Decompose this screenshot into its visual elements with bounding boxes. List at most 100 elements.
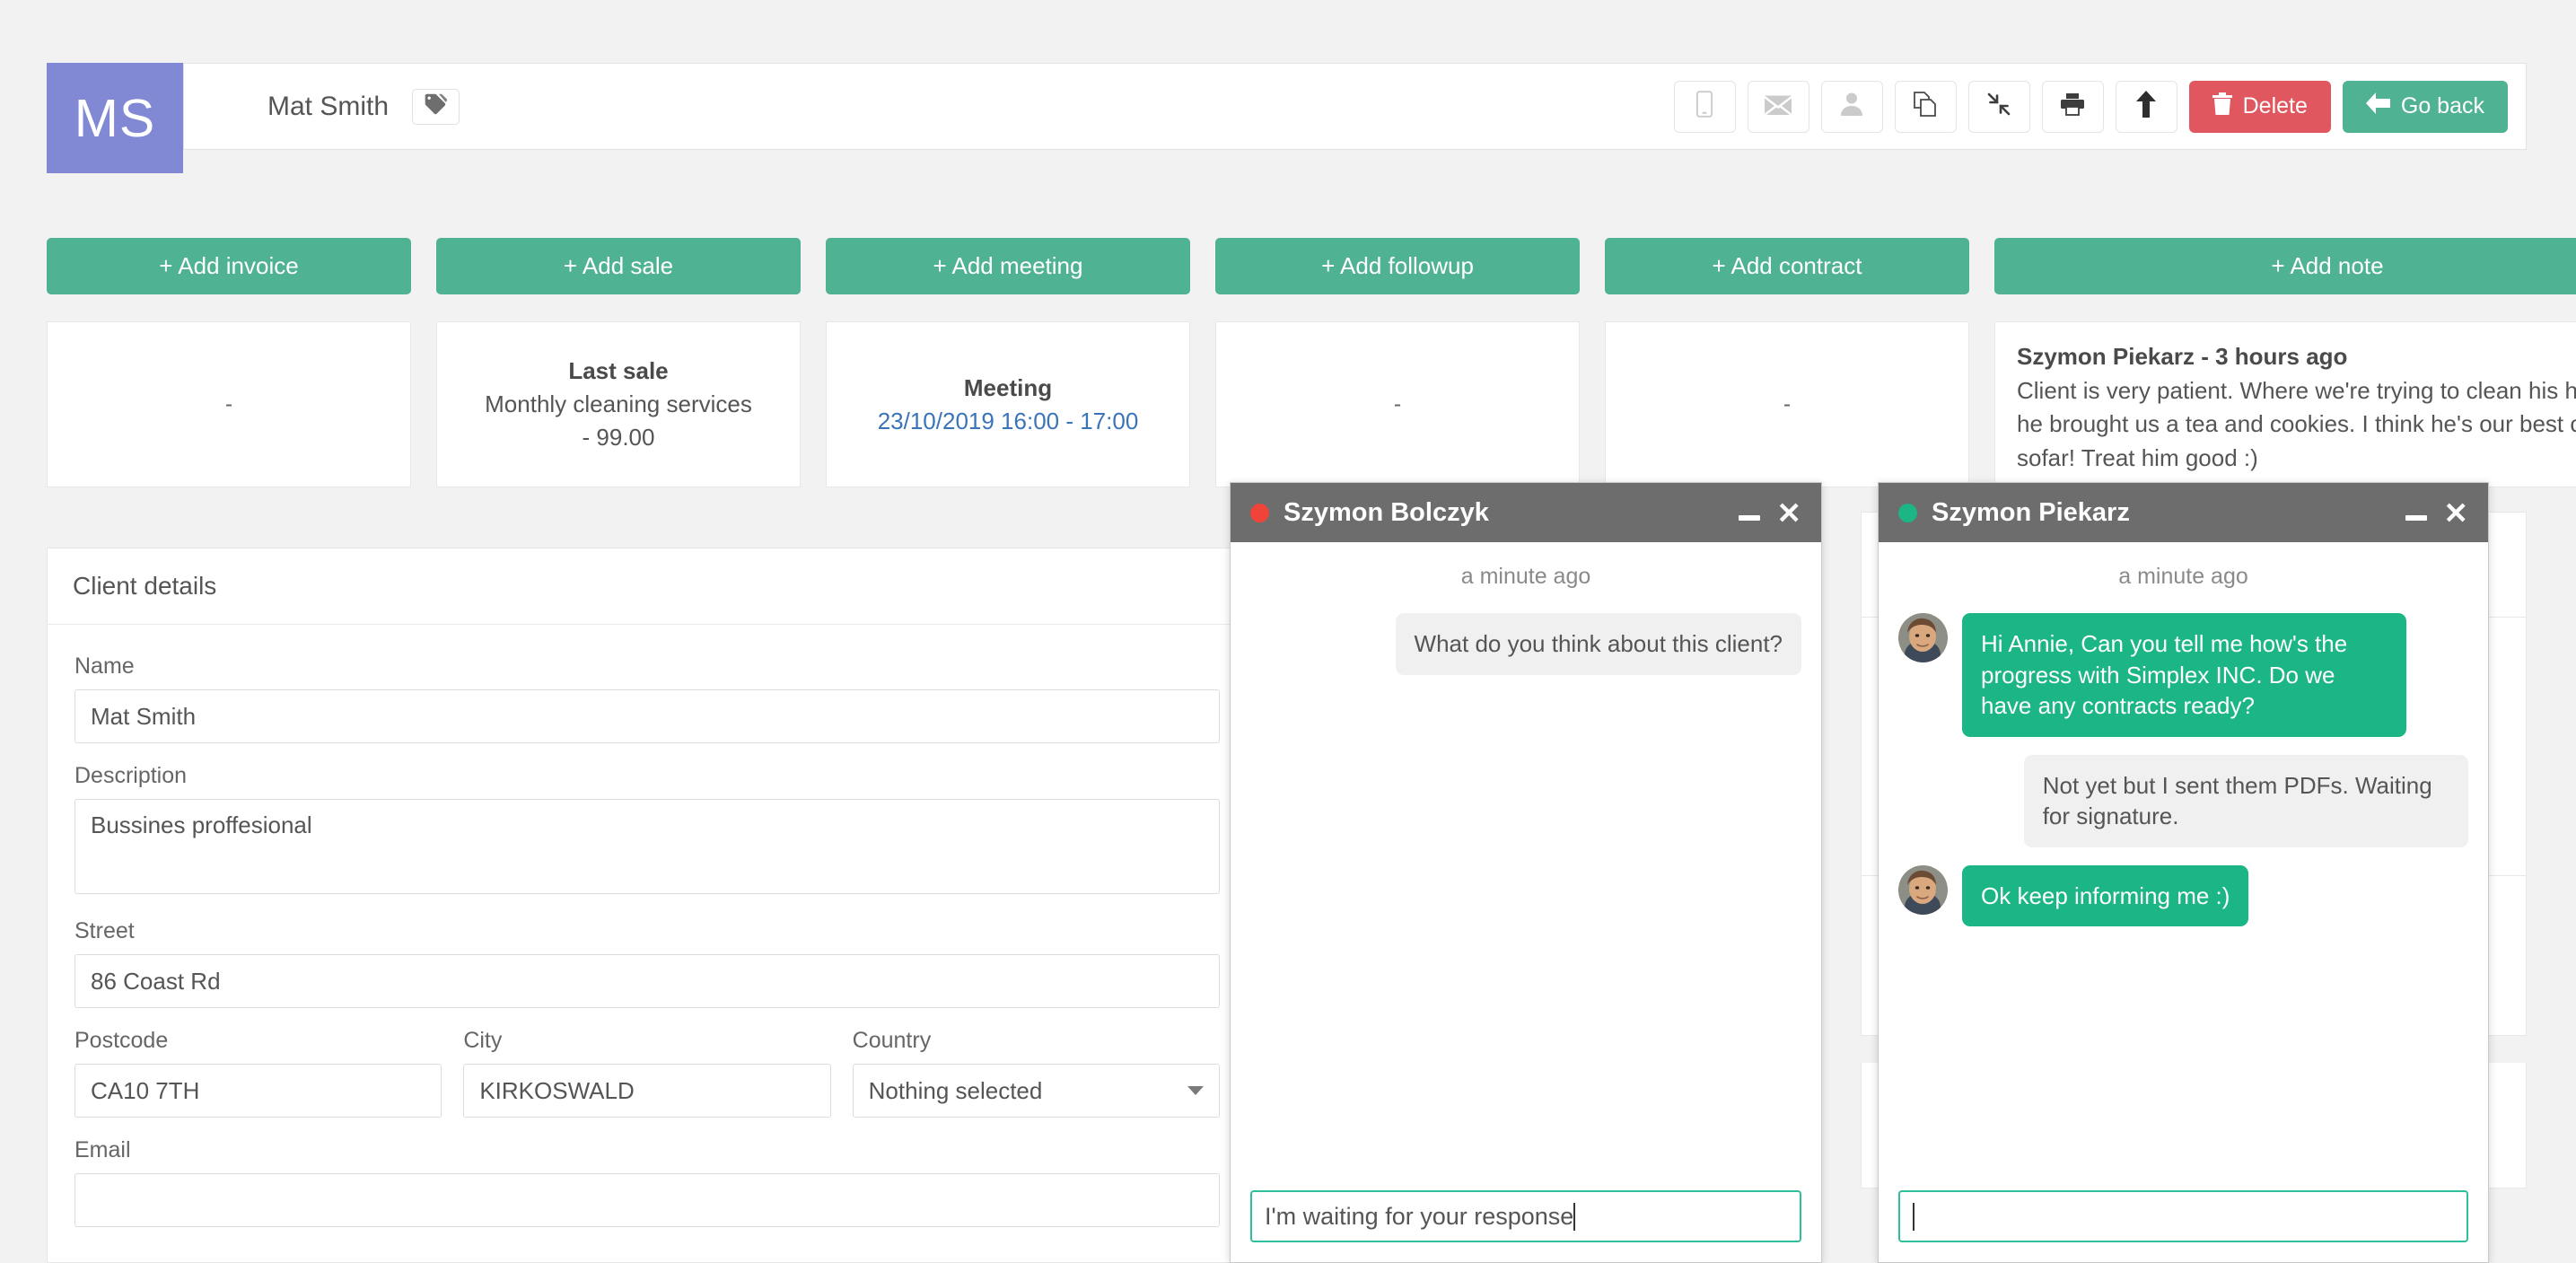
envelope-icon xyxy=(1765,93,1792,119)
arrow-left-icon xyxy=(2365,92,2390,120)
summary-card-empty: - xyxy=(1605,321,1969,487)
chat-composer xyxy=(1879,1190,2488,1262)
summary-line-2: - 99.00 xyxy=(582,423,655,451)
arrow-up-icon xyxy=(2135,91,2157,122)
action-button-addfollowup[interactable]: + Add followup xyxy=(1215,238,1580,294)
description-label: Description xyxy=(74,763,188,788)
phone-icon xyxy=(1694,91,1715,122)
tag-icon xyxy=(424,92,448,121)
duplicate-button[interactable] xyxy=(1894,80,1957,133)
action-button-addmeeting[interactable]: + Add meeting xyxy=(826,238,1190,294)
delete-button-label: Delete xyxy=(2242,93,2308,118)
action-button-label: + Add contract xyxy=(1712,252,1862,279)
assign-user-button[interactable] xyxy=(1820,80,1883,133)
client-details-panel: Client details Name Description Bussines… xyxy=(47,548,1248,1263)
action-button-label: + Add meeting xyxy=(933,252,1083,279)
tag-button[interactable] xyxy=(412,88,460,125)
chat-message: Ok keep informing me :) xyxy=(1898,864,2468,927)
summary-card-last-sale: Last sale Monthly cleaning services - 99.0… xyxy=(436,321,801,487)
action-button-addsale[interactable]: + Add sale xyxy=(436,238,801,294)
print-button[interactable] xyxy=(2041,80,2104,133)
summary-card-meeting: Meeting 23/10/2019 16:00 - 17:00 xyxy=(826,321,1190,487)
field-city: City xyxy=(463,1028,831,1118)
meeting-datetime-link[interactable]: 23/10/2019 16:00 - 17:00 xyxy=(878,405,1139,438)
action-button-addinvoice[interactable]: + Add invoice xyxy=(47,238,411,294)
text-cursor xyxy=(1913,1202,1914,1231)
summary-empty-value: - xyxy=(224,390,233,417)
chat-composer: I'm waiting for your response xyxy=(1231,1190,1821,1262)
chevron-down-icon xyxy=(1187,1086,1204,1095)
action-button-addnote[interactable]: + Add note xyxy=(1994,238,2576,294)
compress-button[interactable] xyxy=(1967,80,2030,133)
field-postcode: Postcode xyxy=(74,1028,442,1118)
minimize-icon[interactable] xyxy=(2405,515,2428,521)
summary-card-empty: - xyxy=(47,321,411,487)
postcode-input[interactable] xyxy=(74,1064,442,1118)
country-label: Country xyxy=(852,1028,932,1053)
chat-bubble: Not yet but I sent them PDFs. Waiting fo… xyxy=(2023,754,2468,847)
chat-bubble: Hi Annie, Can you tell me how's the prog… xyxy=(1962,613,2407,737)
chat-titlebar[interactable]: Szymon Piekarz ✕ xyxy=(1879,483,2488,542)
chat-window-controls: ✕ xyxy=(2405,498,2468,528)
chat-message-list: a minute ago What do you think about this… xyxy=(1231,542,1821,1190)
call-client-button[interactable] xyxy=(1673,80,1736,133)
action-button-label: + Add note xyxy=(2271,252,2384,279)
chat-message: What do you think about this client? xyxy=(1250,613,1801,675)
postcode-label: Postcode xyxy=(74,1028,169,1053)
summary-line-1: Monthly cleaning services xyxy=(485,390,752,418)
close-icon[interactable]: ✕ xyxy=(1776,498,1801,528)
avatar xyxy=(1898,613,1948,662)
note-card: Szymon Piekarz - 3 hours ago Client is ve… xyxy=(1994,321,2576,487)
chat-window-controls: ✕ xyxy=(1739,498,1801,528)
chat-message-list: a minute ago Hi Annie, Can you tell me ho… xyxy=(1879,542,2488,1190)
country-select[interactable]: Nothing selected xyxy=(852,1064,1220,1118)
avatar xyxy=(1898,864,1948,915)
action-button-addcontract[interactable]: + Add contract xyxy=(1605,238,1969,294)
description-textarea[interactable]: Bussines proffesional xyxy=(74,799,1220,894)
field-email: Email xyxy=(74,1137,1220,1227)
client-avatar-initials: MS xyxy=(47,63,183,173)
chat-message-input[interactable]: I'm waiting for your response xyxy=(1250,1190,1801,1242)
chat-window-piekarz: Szymon Piekarz ✕ a minute ago Hi Annie, Can… xyxy=(1878,482,2489,1263)
chat-message-input[interactable] xyxy=(1898,1190,2468,1242)
name-label: Name xyxy=(74,653,135,679)
printer-icon xyxy=(2060,92,2085,120)
field-street: Street xyxy=(74,918,1220,1008)
chat-titlebar[interactable]: Szymon Bolczyk ✕ xyxy=(1231,483,1821,542)
trash-icon xyxy=(2212,92,2232,121)
city-input[interactable] xyxy=(463,1064,831,1118)
compress-icon xyxy=(1986,92,2011,121)
go-back-button[interactable]: Go back xyxy=(2342,80,2508,133)
email-label: Email xyxy=(74,1137,131,1162)
name-input[interactable] xyxy=(74,689,1220,743)
user-icon xyxy=(1841,92,1863,121)
header-toolbar: Delete Go back xyxy=(1673,80,2508,133)
chat-message: Not yet but I sent them PDFs. Waiting fo… xyxy=(1898,754,2468,847)
go-back-button-label: Go back xyxy=(2400,93,2484,118)
chat-window-bolczyk: Szymon Bolczyk ✕ a minute ago What do you t… xyxy=(1230,482,1822,1263)
country-select-value: Nothing selected xyxy=(868,1076,1043,1104)
street-label: Street xyxy=(74,918,135,943)
minimize-icon[interactable] xyxy=(1739,515,1761,521)
upload-button[interactable] xyxy=(2115,80,2177,133)
client-header: MS Mat Smith Delete Go back xyxy=(47,63,2527,173)
email-input[interactable] xyxy=(74,1173,1220,1227)
email-client-button[interactable] xyxy=(1747,80,1809,133)
field-name: Name xyxy=(74,653,1220,743)
client-details-form: Name Description Bussines proffesional S… xyxy=(48,625,1247,1227)
delete-button[interactable]: Delete xyxy=(2188,80,2331,133)
chat-title: Szymon Bolczyk xyxy=(1284,497,1489,527)
chat-bubble: Ok keep informing me :) xyxy=(1962,864,2249,927)
copy-icon xyxy=(1913,91,1938,122)
summary-empty-value: - xyxy=(1393,390,1402,417)
summary-empty-value: - xyxy=(1783,390,1792,417)
quick-actions-row: + Add invoice + Add sale + Add meeting + Ad… xyxy=(47,238,2576,294)
field-description: Description Bussines proffesional xyxy=(74,763,1220,899)
street-input[interactable] xyxy=(74,954,1220,1008)
close-icon[interactable]: ✕ xyxy=(2443,498,2468,528)
app-page: MS Mat Smith Delete Go back + Add invoic… xyxy=(0,0,2576,1263)
page-title: Mat Smith xyxy=(267,91,390,121)
status-badge xyxy=(1898,503,1917,522)
field-country: Country Nothing selected xyxy=(852,1028,1220,1118)
chat-message: Hi Annie, Can you tell me how's the prog… xyxy=(1898,613,2468,737)
